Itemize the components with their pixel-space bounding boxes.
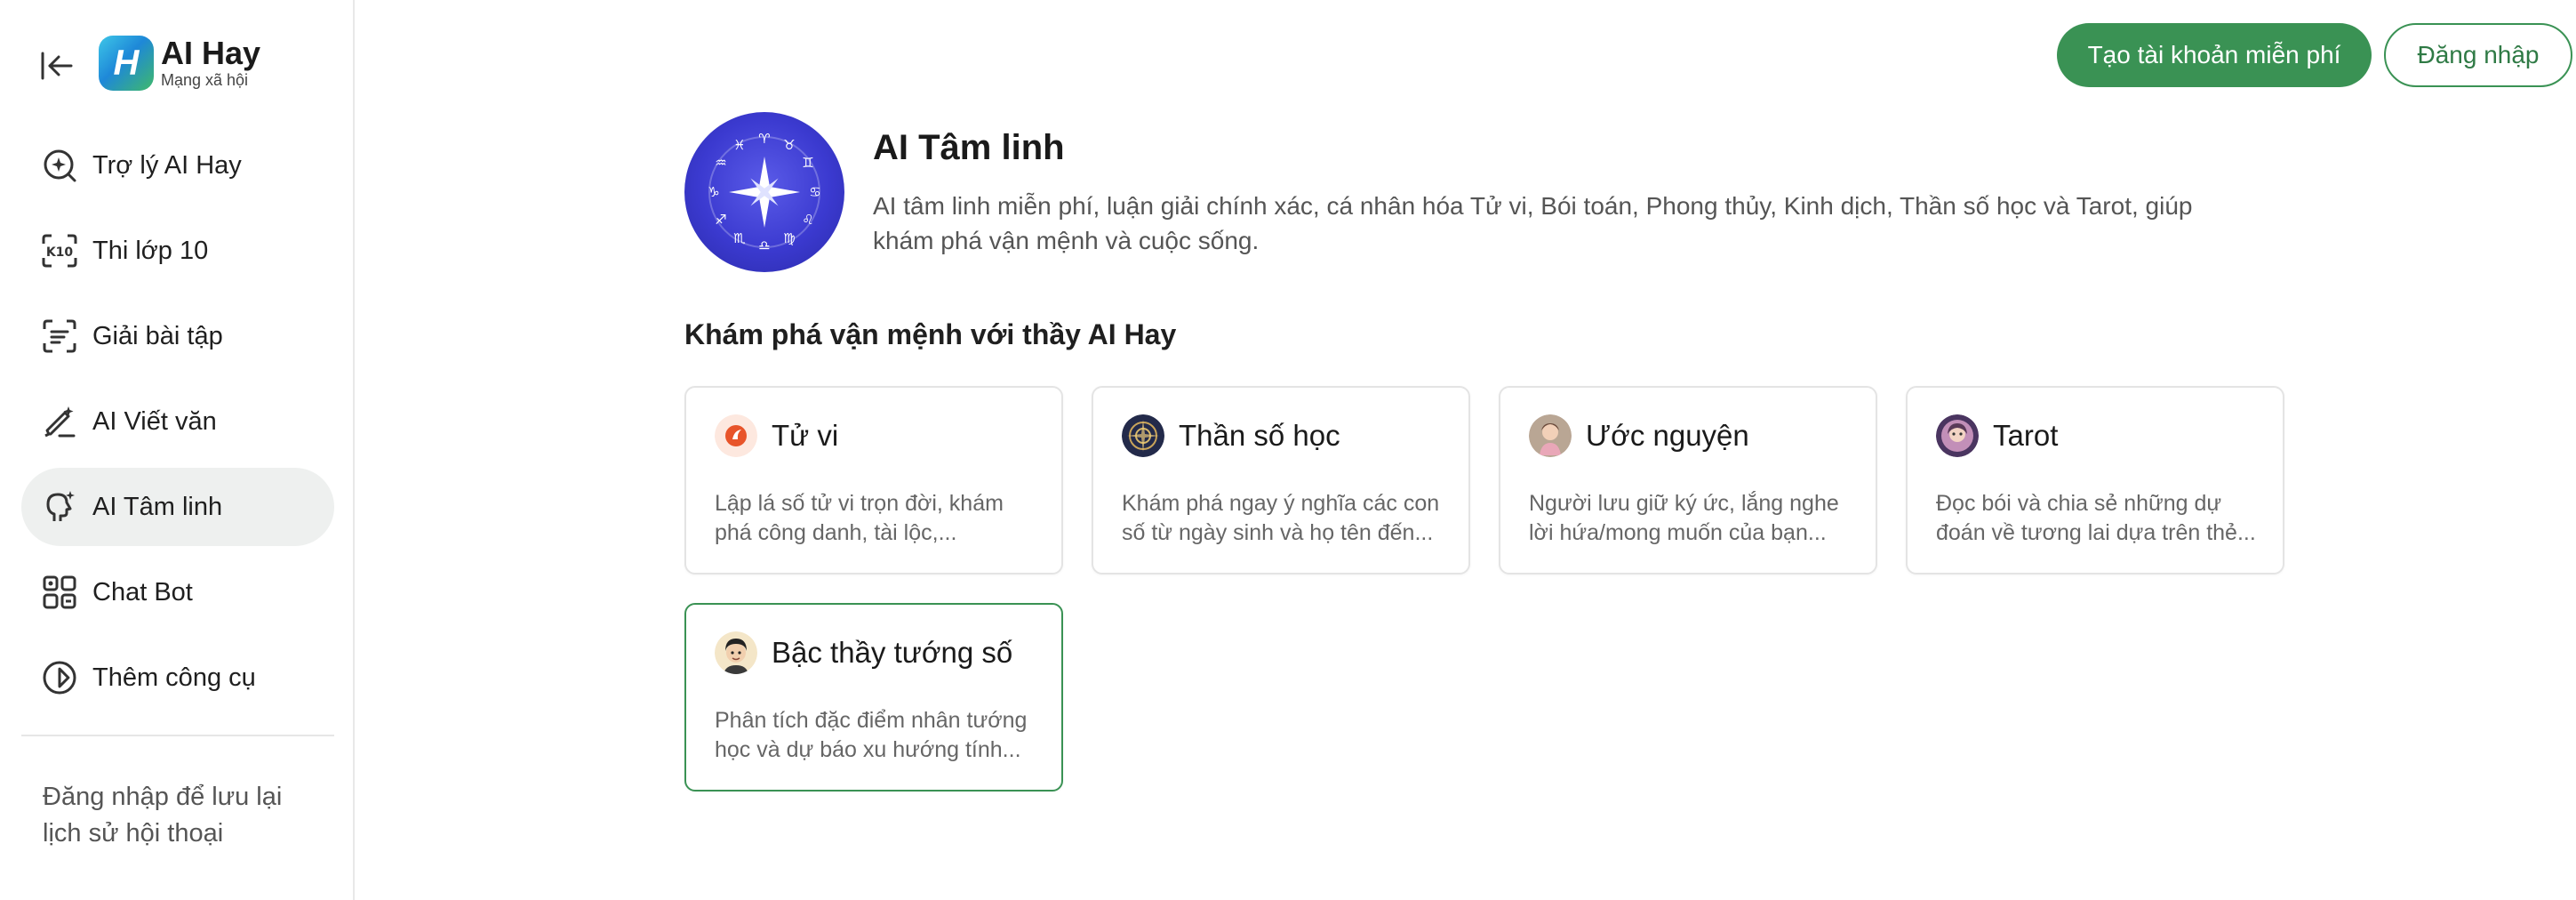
svg-text:♓: ♓ [733,137,745,153]
pen-sparkle-icon [41,403,78,440]
sidebar-item-giai-bai-tap[interactable]: Giải bài tập [21,297,334,375]
homework-scan-icon [41,317,78,355]
card-title: Ước nguyện [1586,419,1749,452]
card-tu-vi[interactable]: Tử vi Lập lá số tử vi trọn đời, khám phá… [684,386,1063,575]
logo-mark-icon: H [99,36,154,91]
card-description: Lập lá số tử vi trọn đời, khám phá công … [715,491,1004,545]
card-tarot[interactable]: Tarot Đọc bói và chia sẻ những dự đoán v… [1906,386,2284,575]
sidebar-item-label: Thêm công cụ [92,663,256,692]
sidebar-item-chat-bot[interactable]: Chat Bot [21,553,334,631]
card-bac-thay-tuong-so[interactable]: Bậc thầy tướng số Phân tích đặc điểm nhâ… [684,603,1063,792]
svg-text:♑: ♑ [708,184,719,200]
page-title: AI Tâm linh [873,128,1065,167]
login-button[interactable]: Đăng nhập [2384,23,2572,87]
sidebar-item-label: Trợ lý AI Hay [92,150,242,180]
sidebar-item-label: AI Viết văn [92,406,217,436]
logo[interactable]: H AI Hay Mạng xã hội [99,36,260,91]
svg-text:♍: ♍ [783,230,795,246]
brand-name: AI Hay [161,35,261,71]
sidebar: H AI Hay Mạng xã hội Trợ lý AI Hay K10 T… [0,0,355,900]
sidebar-item-label: Thi lớp 10 [92,236,209,265]
section-title: Khám phá vận mệnh với thầy AI Hay [684,318,1177,350]
apps-grid-icon [41,574,78,611]
sidebar-item-label: Chat Bot [92,577,193,607]
svg-text:♉: ♉ [783,137,795,153]
svg-text:♎: ♎ [758,237,770,253]
zodiac-wheel-icon: ♈ ♉ ♊ ♋ ♌ ♍ ♎ ♏ ♐ ♑ ♒ ♓ [684,112,844,272]
card-description: Đọc bói và chia sẻ những dự đoán về tươn… [1936,491,2256,545]
sidebar-item-label: AI Tâm linh [92,492,223,521]
numerology-avatar [1122,414,1164,457]
svg-text:♊: ♊ [802,155,813,171]
sidebar-item-label: Giải bài tập [92,321,223,350]
k10-exam-icon: K10 [41,232,78,269]
card-title: Tử vi [772,419,839,452]
collapse-sidebar-icon[interactable] [39,50,75,82]
brand-tagline: Mạng xã hội [161,71,249,89]
sidebar-item-thi-lop-10[interactable]: K10 Thi lớp 10 [21,212,334,290]
card-description: Khám phá ngay ý nghĩa các con số từ ngày… [1122,491,1440,545]
sidebar-item-tro-ly-ai-hay[interactable]: Trợ lý AI Hay [21,126,334,205]
login-history-note: Đăng nhập để lưu lại lịch sử hội thoại [43,783,283,848]
card-uoc-nguyen[interactable]: Ước nguyện Người lưu giữ ký ức, lắng ngh… [1499,386,1877,575]
svg-text:♏: ♏ [733,230,746,246]
sidebar-divider [21,735,334,736]
physiognomy-master-avatar [715,631,757,674]
tarot-avatar [1936,414,1979,457]
compass-icon [41,659,78,696]
card-description: Phân tích đặc điểm nhân tướng học và dự … [715,708,1028,762]
svg-text:♋: ♋ [809,184,820,200]
svg-text:♈: ♈ [758,131,770,147]
signup-button[interactable]: Tạo tài khoản miễn phí [2057,23,2372,87]
spiritual-icon [41,488,78,526]
svg-text:♐: ♐ [715,212,726,228]
card-title: Tarot [1993,419,2059,452]
card-than-so-hoc[interactable]: Thần số học Khám phá ngay ý nghĩa các co… [1092,386,1470,575]
ai-assistant-icon [41,147,78,184]
card-description: Người lưu giữ ký ức, lắng nghe lời hứa/m… [1529,491,1839,545]
svg-text:♒: ♒ [715,155,726,171]
wish-avatar [1529,414,1572,457]
svg-text:K10: K10 [46,245,74,260]
page-description: AI tâm linh miễn phí, luận giải chính xá… [873,192,2193,254]
sidebar-item-ai-tam-linh[interactable]: AI Tâm linh [21,468,334,546]
tu-vi-avatar [715,414,757,457]
sidebar-item-them-cong-cu[interactable]: Thêm công cụ [21,639,334,717]
card-title: Thần số học [1179,419,1340,452]
card-title: Bậc thầy tướng số [772,636,1013,669]
sidebar-nav: Trợ lý AI Hay K10 Thi lớp 10 Giải bài tậ… [21,126,334,724]
svg-text:♌: ♌ [802,212,813,228]
sidebar-item-ai-viet-van[interactable]: AI Viết văn [21,382,334,461]
